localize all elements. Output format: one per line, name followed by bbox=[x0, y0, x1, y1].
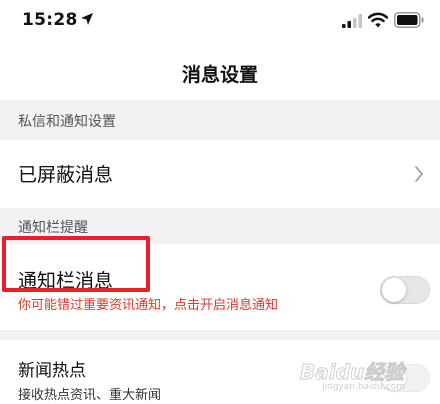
chevron-right-icon bbox=[415, 166, 423, 182]
watermark: Baidu经验 jingyan.baidu.com bbox=[299, 356, 430, 396]
toggle-knob bbox=[382, 278, 406, 302]
section-header-label: 私信和通知设置 bbox=[18, 114, 116, 130]
location-arrow-icon bbox=[81, 13, 93, 25]
status-time: 15:28 bbox=[22, 10, 78, 30]
notification-bar-toggle[interactable] bbox=[380, 276, 430, 304]
news-hotspot-subtitle: 接收热点资讯、重大新闻 bbox=[18, 388, 162, 403]
watermark-logo: Baidu经验 bbox=[299, 360, 405, 385]
blocked-messages-label: 已屏蔽消息 bbox=[18, 164, 114, 186]
watermark-url: jingyan.baidu.com bbox=[322, 382, 406, 392]
signal-icon bbox=[342, 14, 362, 28]
nav-bar: 消息设置 bbox=[0, 44, 440, 100]
news-hotspot-label: 新闻热点 bbox=[18, 361, 86, 381]
blocked-messages-row[interactable]: 已屏蔽消息 bbox=[0, 140, 440, 208]
highlight-annotation-box bbox=[2, 236, 150, 292]
wifi-icon bbox=[368, 12, 388, 28]
page-title: 消息设置 bbox=[181, 64, 258, 86]
notification-hint: 你可能错过重要资讯通知，点击开启消息通知 bbox=[18, 298, 279, 313]
section-header-private: 私信和通知设置 bbox=[0, 100, 440, 140]
section-header-label: 通知栏提醒 bbox=[18, 220, 88, 236]
status-bar: 15:28 bbox=[0, 0, 440, 44]
battery-icon bbox=[394, 12, 424, 28]
